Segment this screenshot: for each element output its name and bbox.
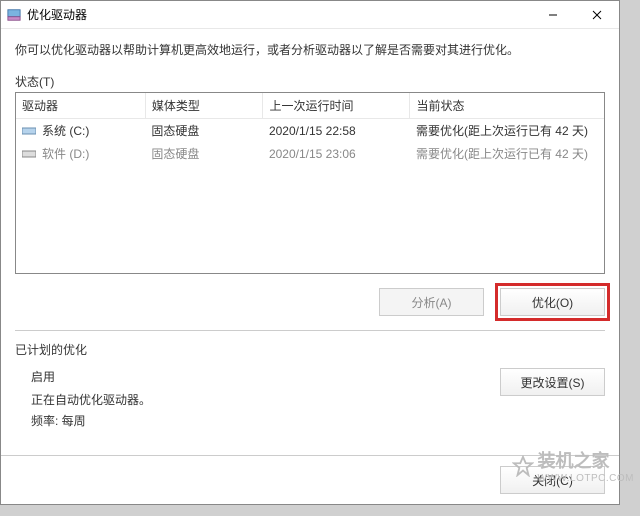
schedule-frequency: 频率: 每周 xyxy=(31,412,151,429)
divider xyxy=(15,330,605,331)
description-text: 你可以优化驱动器以帮助计算机更高效地运行，或者分析驱动器以了解是否需要对其进行优… xyxy=(15,41,605,59)
optimize-drives-window: 优化驱动器 装机之家 你可以优化驱动器以帮助计算机更高效地运行，或者分析驱动器以… xyxy=(0,0,620,505)
media-type: 固态硬盘 xyxy=(145,142,263,165)
minimize-button[interactable] xyxy=(531,1,575,29)
drive-name: 软件 (D:) xyxy=(42,145,89,162)
col-last-run[interactable]: 上一次运行时间 xyxy=(263,93,410,119)
col-media[interactable]: 媒体类型 xyxy=(145,93,263,119)
title-bar: 优化驱动器 xyxy=(1,1,619,29)
dialog-button-bar: 关闭(C) xyxy=(1,455,619,504)
close-button[interactable]: 关闭(C) xyxy=(500,466,605,494)
current-state: 需要优化(距上次运行已有 42 天) xyxy=(410,119,604,143)
drive-icon xyxy=(22,149,36,159)
status-section-label: 状态(T) xyxy=(15,73,605,90)
schedule-detail: 正在自动优化驱动器。 xyxy=(31,391,151,408)
schedule-info: 启用 正在自动优化驱动器。 频率: 每周 xyxy=(31,368,151,429)
schedule-enabled-label: 启用 xyxy=(31,368,151,385)
drive-table: 驱动器 媒体类型 上一次运行时间 当前状态 系统 (C:) 固态硬盘 2020/… xyxy=(15,92,605,274)
current-state: 需要优化(距上次运行已有 42 天) xyxy=(410,142,604,165)
table-row[interactable]: 系统 (C:) 固态硬盘 2020/1/15 22:58 需要优化(距上次运行已… xyxy=(16,119,604,143)
analyze-button: 分析(A) xyxy=(379,288,484,316)
table-row[interactable]: 软件 (D:) 固态硬盘 2020/1/15 23:06 需要优化(距上次运行已… xyxy=(16,142,604,165)
last-run: 2020/1/15 22:58 xyxy=(263,119,410,143)
media-type: 固态硬盘 xyxy=(145,119,263,143)
drive-name: 系统 (C:) xyxy=(42,122,89,139)
col-state[interactable]: 当前状态 xyxy=(410,93,604,119)
optimize-button[interactable]: 优化(O) xyxy=(500,288,605,316)
drive-icon xyxy=(22,126,36,136)
close-window-button[interactable] xyxy=(575,1,619,29)
table-header-row: 驱动器 媒体类型 上一次运行时间 当前状态 xyxy=(16,93,604,119)
last-run: 2020/1/15 23:06 xyxy=(263,142,410,165)
change-settings-button[interactable]: 更改设置(S) xyxy=(500,368,605,396)
window-title: 优化驱动器 xyxy=(27,6,531,23)
app-icon xyxy=(7,8,21,22)
col-drive[interactable]: 驱动器 xyxy=(16,93,145,119)
action-buttons: 分析(A) 优化(O) xyxy=(15,288,605,316)
schedule-section-label: 已计划的优化 xyxy=(15,341,605,358)
